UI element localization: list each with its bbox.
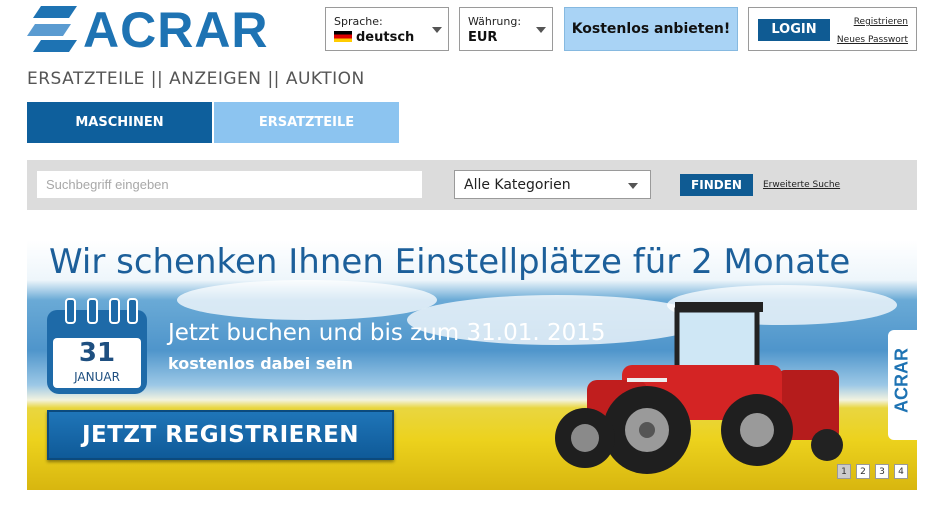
banner-title: Wir schenken Ihnen Einstellplätze für 2 … bbox=[49, 242, 851, 282]
slide-dot-3[interactable]: 3 bbox=[875, 464, 889, 479]
logo-text: ACRAR bbox=[83, 2, 269, 58]
acrar-logo[interactable]: ACRAR bbox=[27, 2, 287, 58]
top-nav: ERSATZTEILE || ANZEIGEN || AUKTION bbox=[27, 69, 365, 89]
slide-dot-1[interactable]: 1 bbox=[837, 464, 851, 479]
language-select[interactable]: Sprache: deutsch bbox=[325, 7, 449, 51]
category-select[interactable]: Alle Kategorien bbox=[454, 170, 651, 199]
find-button[interactable]: FINDEN bbox=[680, 174, 753, 196]
language-value: deutsch bbox=[334, 30, 414, 45]
search-input[interactable] bbox=[37, 171, 422, 198]
nav-separator: || bbox=[150, 69, 164, 89]
nav-item-ersatzteile[interactable]: ERSATZTEILE bbox=[27, 69, 145, 89]
register-now-button[interactable]: JETZT REGISTRIEREN bbox=[47, 410, 394, 460]
side-logo-tab[interactable]: ACRAR bbox=[888, 330, 917, 440]
calendar-month: JANUAR bbox=[74, 370, 120, 384]
offer-free-button[interactable]: Kostenlos anbieten! bbox=[564, 7, 738, 51]
side-logo-text: ACRAR bbox=[891, 348, 912, 413]
currency-value: EUR bbox=[468, 30, 498, 45]
chevron-down-icon bbox=[628, 183, 638, 189]
category-value: Alle Kategorien bbox=[464, 177, 571, 193]
chevron-down-icon bbox=[432, 27, 442, 33]
promo-banner[interactable]: Wir schenken Ihnen Einstellplätze für 2 … bbox=[27, 240, 917, 490]
language-label: Sprache: bbox=[334, 15, 383, 28]
banner-subtitle-2: kostenlos dabei sein bbox=[168, 354, 354, 373]
slide-dot-2[interactable]: 2 bbox=[856, 464, 870, 479]
chevron-down-icon bbox=[536, 27, 546, 33]
logo-mark-icon bbox=[27, 6, 77, 52]
slide-dot-4[interactable]: 4 bbox=[894, 464, 908, 479]
currency-select[interactable]: Währung: EUR bbox=[459, 7, 553, 51]
login-button[interactable]: LOGIN bbox=[758, 19, 830, 41]
calendar-day: 31 bbox=[78, 338, 116, 368]
advanced-search-link[interactable]: Erweiterte Suche bbox=[763, 180, 840, 190]
nav-item-anzeigen[interactable]: ANZEIGEN bbox=[169, 69, 261, 89]
calendar-icon: 31 JANUAR bbox=[47, 298, 147, 394]
login-box: LOGIN Registrieren Neues Passwort bbox=[748, 7, 917, 51]
cloud bbox=[177, 280, 437, 320]
currency-label: Währung: bbox=[468, 15, 522, 28]
search-bar: Alle Kategorien FINDEN Erweiterte Suche bbox=[27, 160, 917, 210]
tractor-image bbox=[555, 302, 843, 474]
register-link[interactable]: Registrieren bbox=[854, 17, 908, 27]
nav-separator: || bbox=[267, 69, 280, 89]
tab-maschinen[interactable]: MASCHINEN bbox=[27, 102, 212, 143]
new-password-link[interactable]: Neues Passwort bbox=[837, 35, 908, 45]
german-flag-icon bbox=[334, 31, 352, 42]
tab-ersatzteile[interactable]: ERSATZTEILE bbox=[214, 102, 399, 143]
nav-item-auktion[interactable]: AUKTION bbox=[286, 69, 365, 89]
